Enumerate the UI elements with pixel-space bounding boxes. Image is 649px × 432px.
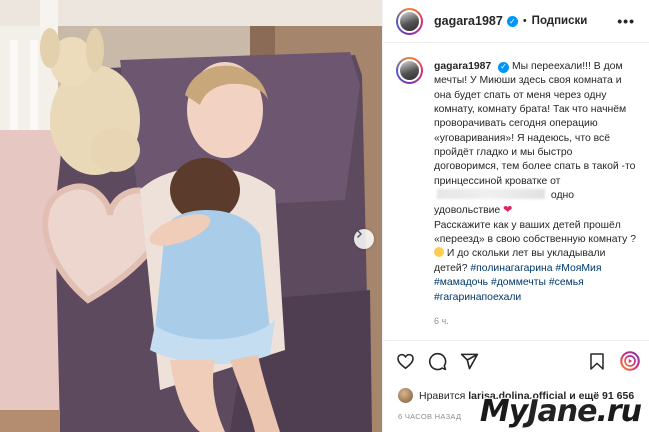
author-avatar[interactable] (396, 7, 423, 35)
hashtag[interactable]: #семья (549, 277, 584, 288)
share-icon[interactable] (460, 352, 479, 371)
caption-text-1: Мы переехали!!! В дом мечты! У Миюши зде… (434, 61, 636, 187)
photo-illustration (0, 0, 382, 432)
following-button[interactable]: Подписки (532, 15, 588, 27)
liker-avatar[interactable] (398, 388, 413, 403)
caption-section: gagara1987 ✓ Мы переехали!!! В дом мечты… (383, 43, 649, 305)
more-options-icon[interactable]: ••• (617, 13, 635, 29)
header-separator: • (522, 15, 527, 27)
site-watermark: MyJane.ru (479, 394, 642, 429)
post-photo[interactable] (0, 0, 382, 432)
author-username[interactable]: gagara1987 (434, 14, 503, 28)
heart-icon[interactable] (396, 352, 415, 371)
blurred-text (437, 189, 545, 200)
reels-icon[interactable] (620, 351, 640, 371)
caption-username[interactable]: gagara1987 (434, 61, 491, 72)
comment-icon[interactable] (428, 352, 447, 371)
caption-avatar[interactable] (396, 57, 423, 84)
action-bar (383, 340, 649, 380)
verified-badge-icon: ✓ (498, 61, 510, 73)
hashtag[interactable]: #гагаринапоехали (434, 292, 521, 303)
smile-emoji-icon (434, 247, 444, 258)
post-caption: gagara1987 ✓ Мы переехали!!! В дом мечты… (434, 60, 637, 305)
caption-text-3: Расскажите как у ваших детей прошёл «пер… (434, 219, 637, 246)
likes-prefix: Нравится (419, 389, 466, 402)
post-header: gagara1987 ✓ • Подписки ••• (383, 0, 649, 43)
next-image-button[interactable] (354, 229, 374, 249)
chevron-right-icon (356, 229, 363, 239)
bookmark-icon[interactable] (588, 352, 606, 371)
caption-timestamp: 6 ч. (434, 315, 449, 326)
post-sidebar: gagara1987 ✓ • Подписки ••• gagara1987 ✓… (382, 0, 649, 432)
hashtag[interactable]: #МояМия (555, 263, 601, 274)
post-date: 6 ЧАСОВ НАЗАД (398, 412, 462, 421)
hashtag[interactable]: #доммечты (491, 277, 546, 288)
hashtag[interactable]: #мамадочь (434, 277, 488, 288)
hashtag[interactable]: #полинагагарина (470, 263, 552, 274)
verified-badge-icon: ✓ (506, 15, 518, 27)
heart-emoji-icon: ❤ (503, 204, 513, 217)
